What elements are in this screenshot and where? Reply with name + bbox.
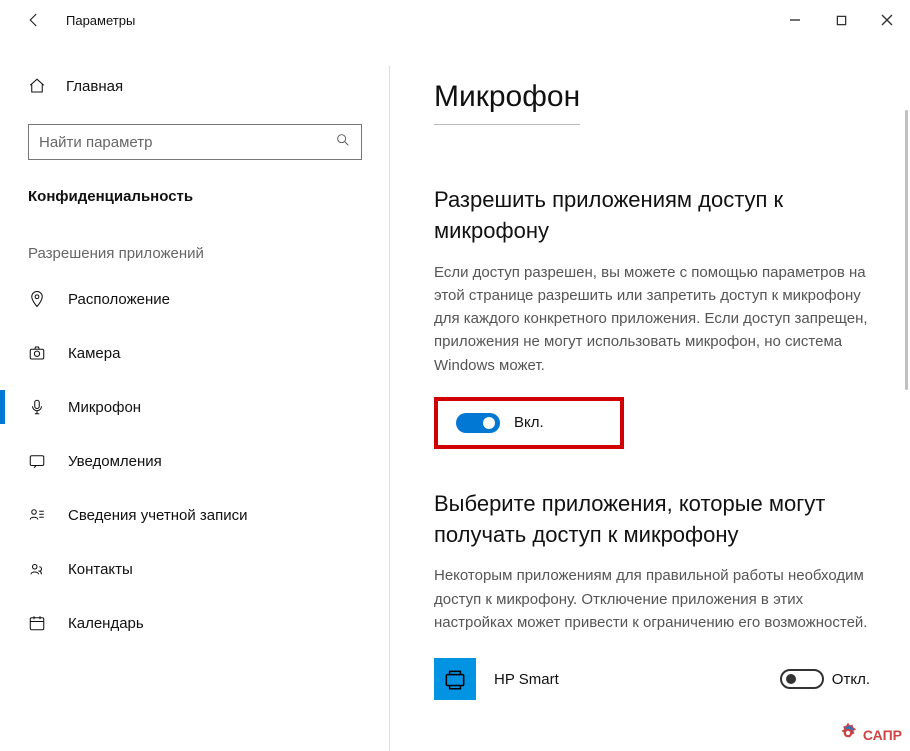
window-controls xyxy=(772,0,910,40)
location-icon xyxy=(28,290,50,308)
scrollbar[interactable] xyxy=(905,110,908,390)
search-input[interactable]: Найти параметр xyxy=(28,124,362,160)
titlebar: Параметры xyxy=(0,0,910,40)
section-allow-apps-title: Разрешить приложениям доступ к микрофону xyxy=(434,185,870,247)
maximize-button[interactable] xyxy=(818,0,864,40)
close-button[interactable] xyxy=(864,0,910,40)
sidebar-group-label: Разрешения приложений xyxy=(0,205,390,262)
minimize-button[interactable] xyxy=(772,0,818,40)
highlight-box: Вкл. xyxy=(434,397,624,449)
sidebar-home-label: Главная xyxy=(66,78,123,95)
watermark: САПР xyxy=(837,722,902,747)
section-allow-apps-text: Если доступ разрешен, вы можете с помощь… xyxy=(434,261,870,377)
account-info-icon xyxy=(28,506,50,524)
sidebar-item-label: Календарь xyxy=(68,615,144,632)
hp-smart-icon xyxy=(434,658,476,700)
back-button[interactable] xyxy=(20,6,48,34)
sidebar-item-label: Сведения учетной записи xyxy=(68,507,248,524)
window-title: Параметры xyxy=(66,13,135,28)
hp-smart-toggle[interactable] xyxy=(780,669,824,689)
calendar-icon xyxy=(28,614,50,632)
toggle-knob xyxy=(786,674,796,684)
home-icon xyxy=(28,77,50,95)
page-title: Микрофон xyxy=(434,80,580,125)
hp-smart-toggle-label: Откл. xyxy=(832,671,870,688)
toggle-knob xyxy=(483,417,495,429)
sidebar-item-contacts[interactable]: Контакты xyxy=(0,542,390,596)
sidebar-home[interactable]: Главная xyxy=(0,68,390,104)
sidebar-item-microphone[interactable]: Микрофон xyxy=(0,380,390,434)
allow-apps-toggle[interactable] xyxy=(456,413,500,433)
watermark-text: САПР xyxy=(863,727,902,743)
sidebar-item-label: Камера xyxy=(68,345,120,362)
section-choose-apps-title: Выберите приложения, которые могут получ… xyxy=(434,489,870,551)
sidebar-item-label: Уведомления xyxy=(68,453,162,470)
allow-apps-toggle-label: Вкл. xyxy=(514,414,544,431)
sidebar: Главная Найти параметр Конфиденциальност… xyxy=(0,40,390,751)
notifications-icon xyxy=(28,452,50,470)
search-placeholder: Найти параметр xyxy=(39,134,335,151)
sidebar-item-location[interactable]: Расположение xyxy=(0,272,390,326)
sidebar-section-header: Конфиденциальность xyxy=(0,160,390,205)
gear-icon xyxy=(837,722,859,747)
content-pane: Микрофон Разрешить приложениям доступ к … xyxy=(390,40,910,751)
camera-icon xyxy=(28,344,50,362)
sidebar-item-notifications[interactable]: Уведомления xyxy=(0,434,390,488)
contacts-icon xyxy=(28,560,50,578)
sidebar-item-label: Расположение xyxy=(68,291,170,308)
sidebar-item-account-info[interactable]: Сведения учетной записи xyxy=(0,488,390,542)
app-name: HP Smart xyxy=(494,671,780,688)
sidebar-item-calendar[interactable]: Календарь xyxy=(0,596,390,650)
sidebar-item-label: Микрофон xyxy=(68,399,141,416)
microphone-icon xyxy=(28,398,50,416)
section-choose-apps-text: Некоторым приложениям для правильной раб… xyxy=(434,564,870,634)
sidebar-item-camera[interactable]: Камера xyxy=(0,326,390,380)
app-row-hp-smart: HP Smart Откл. xyxy=(434,658,870,700)
sidebar-item-label: Контакты xyxy=(68,561,133,578)
search-icon xyxy=(335,132,351,152)
